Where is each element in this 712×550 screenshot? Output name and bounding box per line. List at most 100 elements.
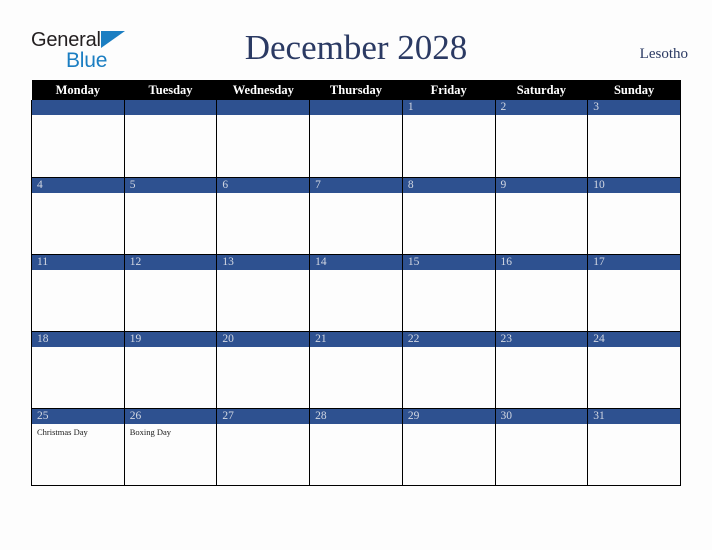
calendar-day-cell[interactable]: 19	[123, 331, 218, 409]
calendar-day-cell[interactable]: 30	[494, 408, 589, 486]
weekday-header-friday: Friday	[402, 80, 496, 100]
day-events	[496, 270, 588, 273]
day-number: 2	[495, 100, 588, 115]
calendar-day-cell[interactable]: 22	[401, 331, 496, 409]
day-number: 30	[495, 408, 588, 424]
day-events	[403, 193, 495, 196]
day-events	[588, 193, 680, 196]
day-number: 29	[402, 408, 495, 424]
day-number	[124, 100, 217, 115]
day-events	[310, 270, 402, 273]
day-events	[217, 193, 309, 196]
calendar-day-cell[interactable]: 29	[401, 408, 496, 486]
general-blue-logo: General Blue	[31, 30, 191, 74]
day-events	[588, 270, 680, 273]
calendar-day-cell[interactable]: 2	[494, 100, 589, 178]
weekday-header-thursday: Thursday	[309, 80, 403, 100]
day-events	[496, 347, 588, 350]
day-events	[588, 115, 680, 118]
calendar-page: General Blue December 2028 Lesotho Monda…	[0, 0, 712, 550]
day-events	[125, 193, 217, 196]
day-number: 10	[588, 177, 680, 193]
calendar-day-cell[interactable]: 26 Boxing Day	[123, 408, 218, 486]
calendar-day-cell[interactable]	[216, 100, 311, 178]
calendar-day-cell[interactable]: 20	[216, 331, 311, 409]
day-events	[32, 115, 124, 118]
calendar-day-cell[interactable]: 16	[494, 254, 589, 332]
weekday-header-row: Monday Tuesday Wednesday Thursday Friday…	[31, 80, 681, 100]
page-header: General Blue December 2028 Lesotho	[0, 0, 712, 78]
calendar-day-cell[interactable]: 7	[309, 177, 403, 255]
day-number: 17	[588, 254, 680, 270]
day-events	[403, 424, 495, 427]
day-number: 19	[124, 331, 217, 347]
day-events	[32, 270, 124, 273]
calendar-day-cell[interactable]: 6	[216, 177, 311, 255]
day-events	[588, 424, 680, 427]
calendar-day-cell[interactable]: 8	[401, 177, 496, 255]
calendar-day-cell[interactable]: 21	[309, 331, 403, 409]
calendar-day-cell[interactable]: 28	[309, 408, 403, 486]
calendar-week-row: 25 Christmas Day 26 Boxing Day 27 28 29 30 31	[31, 408, 681, 486]
day-number: 18	[32, 331, 124, 347]
day-number: 13	[217, 254, 310, 270]
calendar-day-cell[interactable]: 18	[31, 331, 125, 409]
calendar-day-cell[interactable]	[31, 100, 125, 178]
day-events	[125, 347, 217, 350]
holiday-label: Christmas Day	[37, 426, 88, 437]
calendar-day-cell[interactable]	[123, 100, 218, 178]
day-number: 27	[217, 408, 310, 424]
calendar-day-cell[interactable]: 4	[31, 177, 125, 255]
calendar-day-cell[interactable]: 25 Christmas Day	[31, 408, 125, 486]
day-events	[310, 347, 402, 350]
day-number: 8	[402, 177, 495, 193]
day-number: 14	[310, 254, 402, 270]
country-label: Lesotho	[639, 46, 688, 62]
weekday-header-wednesday: Wednesday	[216, 80, 310, 100]
day-events	[217, 424, 309, 427]
day-number: 7	[310, 177, 402, 193]
day-events	[32, 347, 124, 350]
day-events	[403, 270, 495, 273]
calendar-day-cell[interactable]: 17	[587, 254, 681, 332]
day-events	[403, 115, 495, 118]
day-number: 24	[588, 331, 680, 347]
calendar-day-cell[interactable]: 24	[587, 331, 681, 409]
calendar-day-cell[interactable]: 15	[401, 254, 496, 332]
calendar-day-cell[interactable]	[309, 100, 403, 178]
calendar-day-cell[interactable]: 31	[587, 408, 681, 486]
logo-triangle-icon	[101, 31, 125, 48]
day-events	[217, 270, 309, 273]
day-number: 25	[32, 408, 124, 424]
calendar-day-cell[interactable]: 1	[401, 100, 496, 178]
calendar-day-cell[interactable]: 10	[587, 177, 681, 255]
calendar-day-cell[interactable]: 27	[216, 408, 311, 486]
day-number: 3	[588, 100, 680, 115]
day-events	[310, 115, 402, 118]
calendar-day-cell[interactable]: 13	[216, 254, 311, 332]
calendar-day-cell[interactable]: 11	[31, 254, 125, 332]
calendar-day-cell[interactable]: 12	[123, 254, 218, 332]
calendar-day-cell[interactable]: 3	[587, 100, 681, 178]
weekday-header-tuesday: Tuesday	[124, 80, 217, 100]
day-number: 4	[32, 177, 124, 193]
day-number: 28	[310, 408, 402, 424]
calendar-day-cell[interactable]: 23	[494, 331, 589, 409]
day-events	[496, 424, 588, 427]
day-events	[310, 193, 402, 196]
calendar-day-cell[interactable]: 5	[123, 177, 218, 255]
calendar-day-cell[interactable]: 9	[494, 177, 589, 255]
day-events	[217, 115, 309, 118]
calendar-day-cell[interactable]: 14	[309, 254, 403, 332]
day-number: 31	[588, 408, 680, 424]
day-number: 5	[124, 177, 217, 193]
logo-word-general: General	[31, 29, 101, 51]
day-number: 21	[310, 331, 402, 347]
calendar-week-row: 18 19 20 21 22 23 24	[31, 331, 681, 409]
day-events	[125, 270, 217, 273]
day-number: 15	[402, 254, 495, 270]
day-events: Christmas Day	[32, 424, 124, 438]
day-number	[217, 100, 310, 115]
day-number: 16	[495, 254, 588, 270]
day-events	[496, 115, 588, 118]
